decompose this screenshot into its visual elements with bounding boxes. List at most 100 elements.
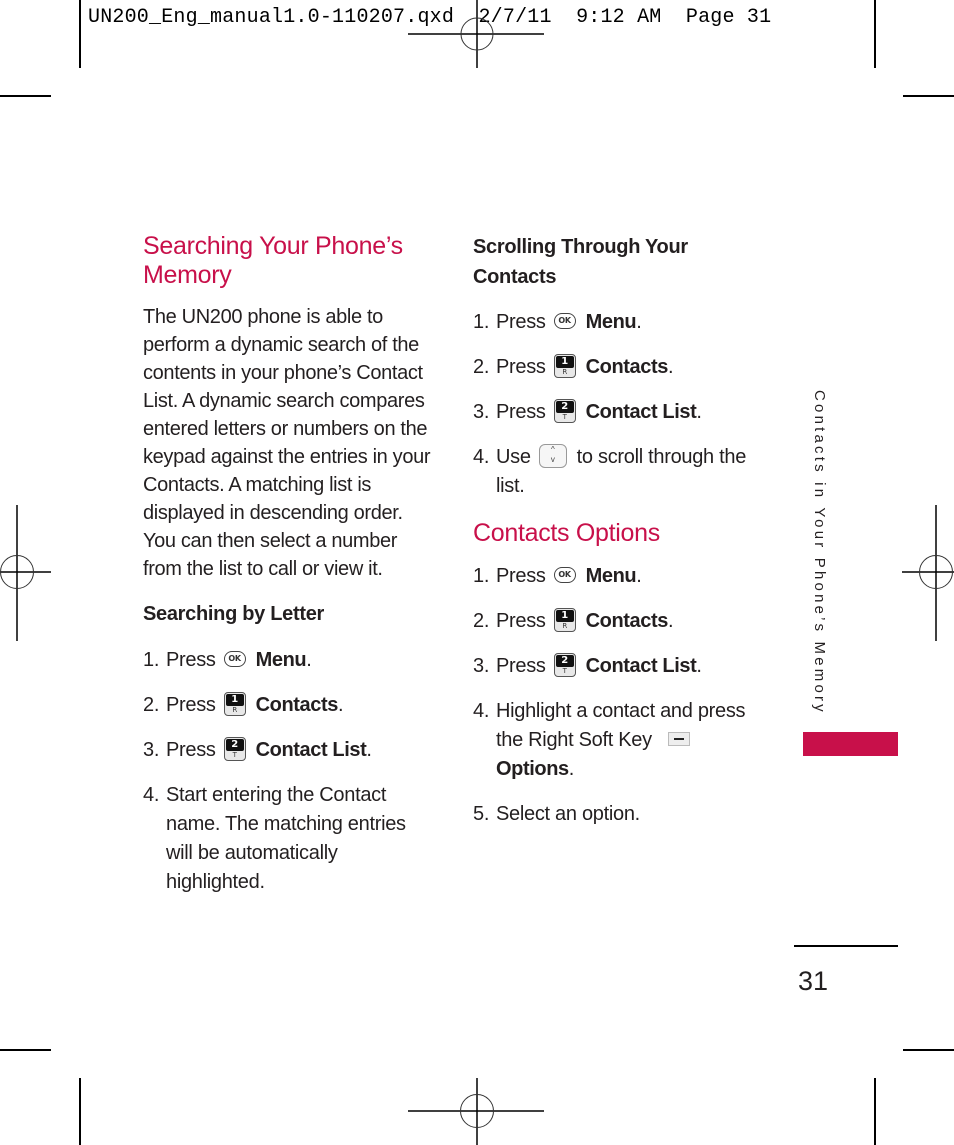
- step-item: 3. Press 2 T Contact List.: [473, 398, 773, 427]
- step-item: 1. Press OK Menu.: [143, 646, 433, 675]
- step-number: 4.: [473, 446, 490, 468]
- step-punct: .: [696, 655, 702, 677]
- key-letter: T: [562, 666, 567, 675]
- step-number: 2.: [143, 694, 160, 716]
- step-punct: .: [366, 739, 372, 761]
- step-number: 3.: [473, 401, 490, 423]
- contact-list-label: Contact List: [585, 655, 697, 677]
- contacts-label: Contacts: [585, 356, 669, 378]
- key-letter: R: [232, 705, 237, 714]
- registration-mark-right: [902, 505, 954, 641]
- key-1-icon: 1R: [223, 691, 246, 716]
- menu-label: Menu: [255, 649, 307, 671]
- menu-label: Menu: [585, 565, 637, 587]
- step-item: 1. Press OK Menu.: [473, 308, 773, 337]
- chapter-side-label-text: Contacts in Your Phone’s Memory: [811, 390, 828, 715]
- crop-mark: [903, 95, 954, 97]
- step-punct: .: [668, 610, 674, 632]
- key-letter: R: [562, 367, 567, 376]
- step-punct: .: [568, 758, 575, 780]
- key-1-icon: 1R: [553, 607, 576, 632]
- page-number: 31: [798, 966, 829, 996]
- step-number: 3.: [473, 655, 490, 677]
- ok-key-icon: OK: [553, 566, 576, 583]
- contact-list-label: Contact List: [255, 739, 367, 761]
- key-digit: 2: [555, 654, 574, 667]
- step-text: to scroll through the list.: [496, 446, 747, 497]
- nav-up-glyph: ^: [550, 444, 555, 454]
- step-text: Start entering the Contact name. The mat…: [166, 784, 406, 893]
- key-digit: 1: [555, 355, 574, 368]
- right-soft-key-icon: [667, 731, 690, 746]
- heading-line: Searching Your Phone’s: [143, 232, 403, 260]
- key-2-icon: 2T: [553, 398, 576, 423]
- key-digit: 2: [555, 400, 574, 413]
- step-punct: .: [306, 649, 312, 671]
- step-item: 1. Press OK Menu.: [473, 562, 773, 591]
- step-number: 1.: [143, 649, 160, 671]
- step-text: Press: [496, 356, 546, 378]
- crop-mark: [79, 1078, 81, 1145]
- step-item: 3. Press 2 T Contact List.: [473, 652, 773, 681]
- step-text: Use: [496, 446, 531, 468]
- crop-mark: [0, 1049, 51, 1051]
- key-digit: 1: [225, 693, 244, 706]
- key-digit: 2: [225, 738, 244, 751]
- step-punct: .: [696, 401, 702, 423]
- key-2-icon: 2T: [223, 736, 246, 761]
- searching-steps: 1. Press OK Menu. 2. Press 1 R Contacts. 3. P…: [143, 646, 433, 897]
- contacts-label: Contacts: [255, 694, 339, 716]
- step-item: 3. Press 2 T Contact List.: [143, 736, 433, 765]
- key-2-icon: 2T: [553, 652, 576, 677]
- step-punct: .: [338, 694, 344, 716]
- key-letter: T: [232, 750, 237, 759]
- step-number: 1.: [473, 565, 490, 587]
- step-item: 4. Use ^ v to scroll through the list.: [473, 443, 773, 501]
- nav-key-icon: ^ v: [538, 443, 567, 468]
- registration-mark-bottom: [408, 1078, 544, 1145]
- section-heading-searching: Searching Your Phone’s Memory: [143, 232, 433, 290]
- key-digit: 1: [555, 609, 574, 622]
- step-item: 2. Press 1 R Contacts.: [143, 691, 433, 720]
- step-punct: .: [636, 311, 642, 333]
- step-number: 3.: [143, 739, 160, 761]
- key-letter: R: [562, 621, 567, 630]
- ok-key-icon: OK: [553, 312, 576, 329]
- contacts-label: Contacts: [585, 610, 669, 632]
- crop-mark: [79, 0, 81, 68]
- step-item: 2. Press 1 R Contacts.: [473, 607, 773, 636]
- step-number: 4.: [473, 700, 490, 722]
- step-item: 4. Start entering the Contact name. The …: [143, 781, 433, 897]
- registration-mark-top: [408, 0, 544, 68]
- step-text: Select an option.: [496, 803, 640, 825]
- section-heading-scrolling: Scrolling Through Your Contacts: [473, 236, 688, 288]
- nav-down-glyph: v: [550, 454, 555, 464]
- left-column: Searching Your Phone’s Memory The UN200 …: [143, 232, 433, 897]
- step-text: Press: [166, 739, 216, 761]
- step-text: Press: [496, 401, 546, 423]
- key-1-icon: 1R: [553, 353, 576, 378]
- step-number: 4.: [143, 784, 160, 806]
- page-number-rule: [794, 945, 898, 947]
- menu-label: Menu: [585, 311, 637, 333]
- step-number: 5.: [473, 803, 490, 825]
- step-number: 1.: [473, 311, 490, 333]
- crop-mark: [903, 1049, 954, 1051]
- step-text: Press: [496, 565, 546, 587]
- step-text: Press: [166, 694, 216, 716]
- step-text: Press: [166, 649, 216, 671]
- step-text: Press: [496, 311, 546, 333]
- step-item: 5. Select an option.: [473, 800, 773, 829]
- scrolling-steps: 1. Press OK Menu. 2. Press 1 R Contacts. 3. P…: [473, 308, 773, 501]
- crop-mark: [874, 0, 876, 68]
- crop-mark: [874, 1078, 876, 1145]
- chapter-tab-marker: [803, 732, 898, 756]
- options-steps: 1. Press OK Menu. 2. Press 1 R Contacts. 3. P…: [473, 562, 773, 829]
- step-item: 2. Press 1 R Contacts.: [473, 353, 773, 382]
- step-number: 2.: [473, 610, 490, 632]
- subheading-searching-by-letter: Searching by Letter: [143, 603, 325, 625]
- registration-mark-left: [0, 505, 51, 641]
- section-heading-contacts-options: Contacts Options: [473, 519, 660, 547]
- intro-paragraph: The UN200 phone is able to perform a dyn…: [143, 306, 431, 580]
- chapter-side-label: Contacts in Your Phone’s Memory: [808, 390, 830, 720]
